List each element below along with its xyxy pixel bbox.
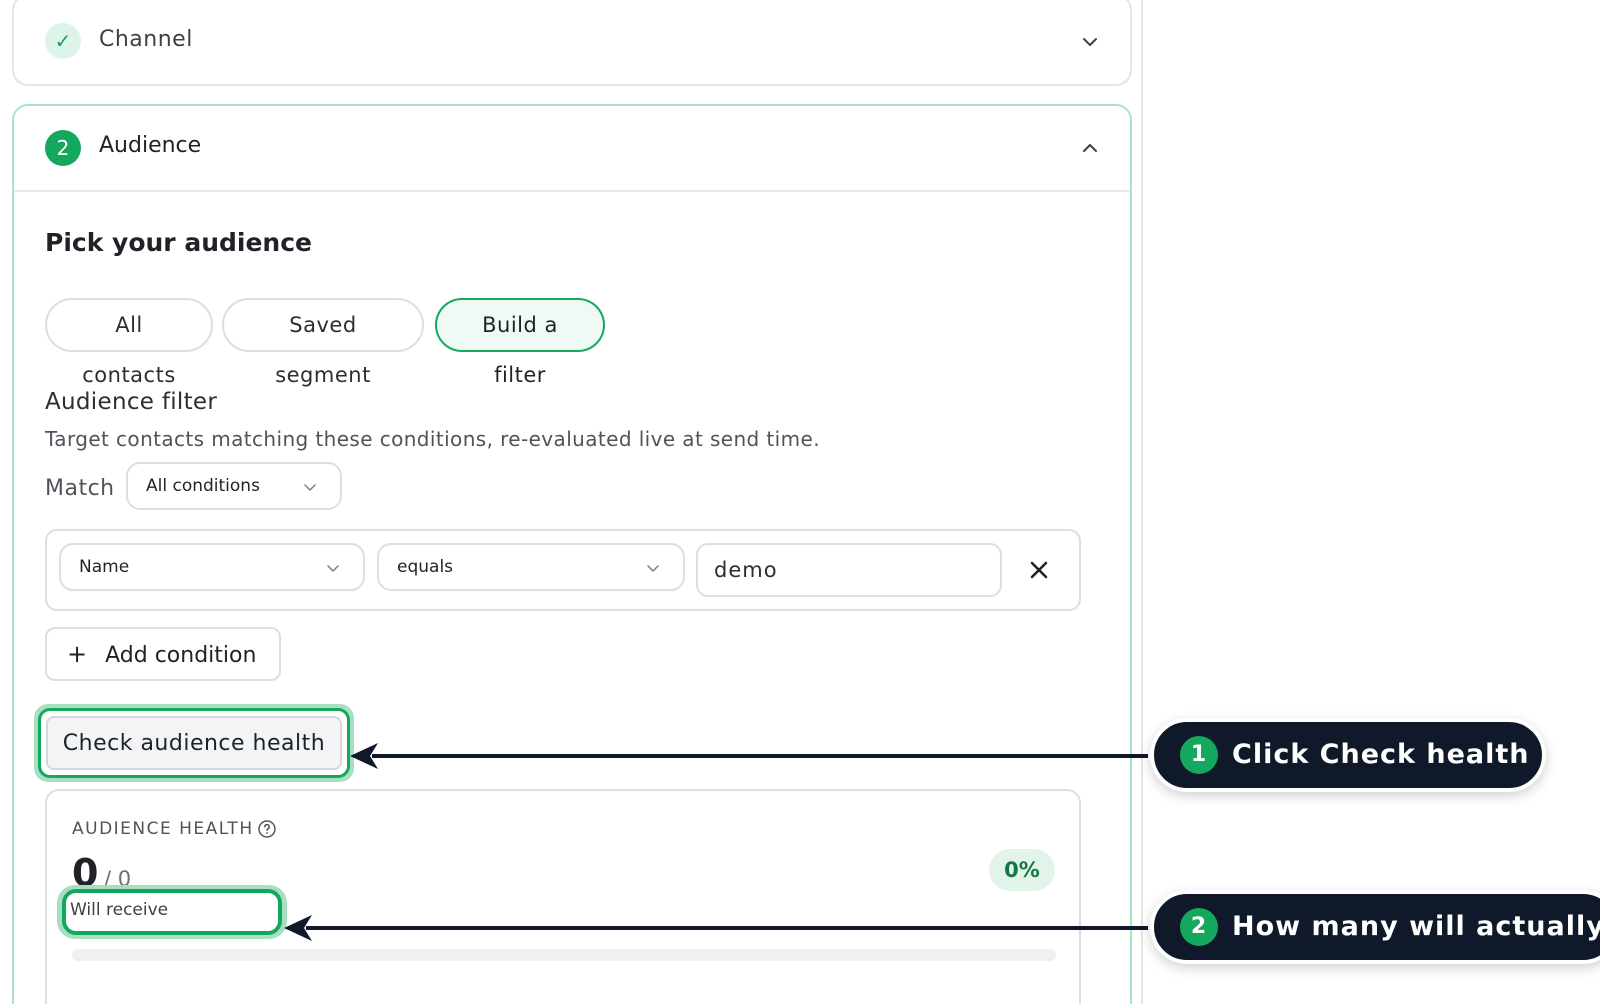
check-health-highlight: Check audience health [38, 708, 350, 778]
channel-card[interactable]: ✓ Channel [12, 0, 1132, 86]
audience-title: Audience [99, 133, 202, 158]
callout-text: Click Check health [1232, 739, 1530, 770]
step-number-badge: 2 [45, 130, 81, 166]
chevron-up-icon[interactable] [1078, 136, 1102, 160]
match-select[interactable]: All conditions [126, 462, 342, 510]
will-receive-label: Will receive [70, 900, 169, 920]
close-icon[interactable] [1025, 556, 1053, 584]
audience-card: 2 Audience Pick your audience All contac… [12, 104, 1132, 1004]
field-select-value: Name [79, 557, 130, 577]
chevron-down-icon [327, 565, 339, 572]
callout-step-1: 1 Click Check health [1150, 718, 1546, 792]
match-label: Match [45, 476, 115, 501]
condition-row: Name equals [45, 529, 1081, 611]
operator-select-value: equals [397, 557, 454, 577]
callout-step-2: 2 How many will actually r [1150, 890, 1600, 964]
check-audience-health-button[interactable]: Check audience health [46, 716, 342, 770]
section-title: Pick your audience [45, 228, 313, 257]
help-icon[interactable] [257, 819, 277, 839]
operator-select[interactable]: equals [377, 543, 685, 591]
check-icon: ✓ [45, 23, 81, 59]
chevron-down-icon [647, 565, 659, 572]
option-build-filter[interactable]: Build a filter [435, 298, 605, 387]
callout-number: 1 [1180, 736, 1218, 774]
percent-badge: 0% [989, 849, 1055, 891]
add-condition-label: Add condition [105, 643, 257, 668]
audience-header[interactable]: 2 Audience [14, 106, 1130, 192]
chevron-down-icon [304, 484, 316, 491]
chevron-down-icon[interactable] [1078, 30, 1102, 54]
callout-text: How many will actually r [1232, 911, 1600, 942]
channel-title: Channel [99, 27, 193, 52]
option-all-contacts[interactable]: All contacts [45, 298, 213, 387]
audience-health-card: AUDIENCE HEALTH 0 / 0 0% Will receive [45, 789, 1081, 1004]
campaign-editor-panel: ✓ Channel 2 Audience Pick your audience … [0, 0, 1143, 1004]
filter-subtitle: Target contacts matching these condition… [45, 427, 820, 451]
add-condition-button[interactable]: + Add condition [45, 627, 281, 681]
plus-icon: + [67, 640, 88, 668]
field-select[interactable]: Name [59, 543, 365, 591]
audience-health-label: AUDIENCE HEALTH [72, 819, 254, 839]
value-input[interactable] [696, 543, 1002, 597]
match-select-value: All conditions [146, 476, 260, 496]
filter-title: Audience filter [45, 389, 218, 415]
option-saved-segment[interactable]: Saved segment [222, 298, 424, 387]
health-progress-bar [72, 949, 1056, 961]
callout-number: 2 [1180, 908, 1218, 946]
